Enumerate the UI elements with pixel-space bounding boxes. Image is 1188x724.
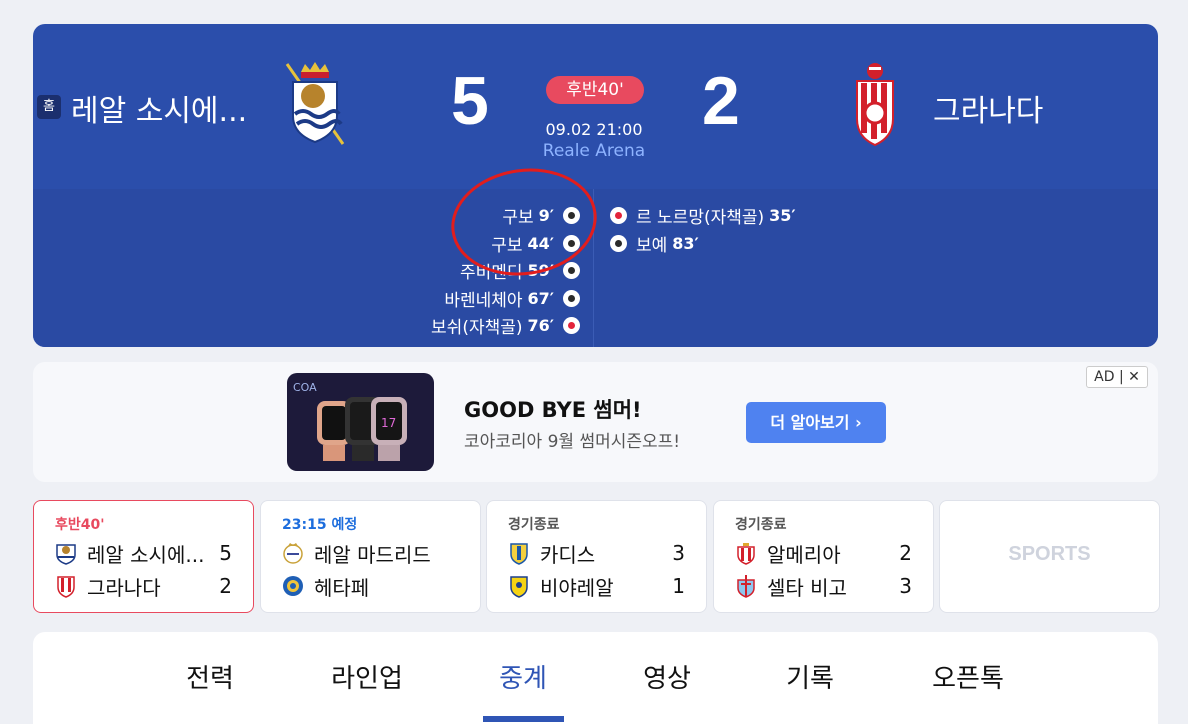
ad-subtitle[interactable]: 코아코리아 9월 썸머시즌오프!	[464, 427, 680, 452]
svg-text:17: 17	[381, 416, 396, 430]
own-goal-ball-icon	[563, 317, 580, 335]
card-status: 23:15 예정	[282, 517, 358, 533]
svg-text:COA: COA	[293, 381, 317, 394]
own-goal-ball-icon	[610, 207, 627, 225]
real-madrid-crest-icon	[283, 543, 303, 564]
goal-item: 르 노르망(자책골) 35′	[610, 202, 796, 230]
card-team-row: 셀타 비고 3	[735, 572, 912, 600]
away-goals-list: 르 노르망(자책골) 35′ 보예 83′	[610, 202, 796, 257]
card-team-row: 레알 소시에... 5	[55, 539, 232, 567]
ad-watch-image[interactable]: COA 17	[287, 373, 434, 471]
tab-opentalk[interactable]: 오픈톡	[918, 658, 1018, 695]
tab-live[interactable]: 중계	[473, 658, 573, 695]
goal-item: 보예 83′	[610, 230, 796, 258]
away-team-name[interactable]: 그라나다	[933, 86, 1043, 130]
villarreal-crest-icon	[510, 576, 528, 598]
cadiz-crest-icon	[510, 543, 528, 565]
tab-lineup-strength[interactable]: 전력	[160, 658, 260, 695]
granada-crest-icon	[57, 576, 75, 598]
match-card[interactable]: 경기종료 카디스 3 비야레알 1	[486, 500, 707, 613]
goal-ball-icon	[610, 234, 627, 252]
home-badge: 홈	[37, 95, 61, 119]
goal-timeline: 구보 9′ 구보 44′ 주비멘디 59′ 바렌네체아 67′ 보쉬(자책골) 76′ 르…	[33, 159, 1158, 347]
match-datetime: 09.02 21:00	[545, 120, 643, 139]
goal-item: 바렌네체아 67′	[431, 285, 580, 313]
card-team-row: 비야레알 1	[508, 572, 685, 600]
match-tabs: 전력 라인업 중계 영상 기록 오픈톡	[33, 632, 1158, 724]
match-card[interactable]: 후반40' 레알 소시에... 5 그라나다 2	[33, 500, 254, 613]
sports-logo: SPORTS	[1008, 543, 1091, 565]
card-team-row: 그라나다 2	[55, 572, 232, 600]
tab-records[interactable]: 기록	[760, 658, 860, 695]
card-status: 후반40'	[55, 517, 105, 533]
real-sociedad-crest-icon[interactable]	[281, 58, 349, 148]
goal-item: 보쉬(자책골) 76′	[431, 312, 580, 340]
match-card[interactable]: 23:15 예정 레알 마드리드 헤타페	[260, 500, 481, 613]
celta-vigo-crest-icon	[737, 575, 755, 598]
sports-card[interactable]: SPORTS	[939, 500, 1160, 613]
tab-lineup[interactable]: 라인업	[317, 658, 417, 695]
scoreboard: 홈 레알 소시에... 5 후반40' 09.02 21:00 Reale Ar…	[33, 24, 1158, 347]
ad-close-badge[interactable]: AD | ✕	[1086, 366, 1148, 388]
match-venue: Reale Arena	[542, 141, 646, 161]
ad-banner[interactable]: COA 17 GOOD BYE 썸머! 코아코리아 9월 썸머시즌오프! 더 알…	[33, 362, 1158, 482]
real-sociedad-crest-icon	[56, 544, 76, 565]
goal-ball-icon	[563, 262, 580, 280]
home-score: 5	[451, 63, 489, 139]
goal-ball-icon	[563, 289, 580, 307]
ad-title[interactable]: GOOD BYE 썸머!	[464, 394, 642, 424]
getafe-crest-icon	[283, 576, 303, 596]
granada-crest-icon[interactable]	[855, 61, 895, 147]
card-team-row: 카디스 3	[508, 539, 685, 567]
almeria-crest-icon	[737, 543, 755, 565]
smartwatch-image: COA 17	[293, 381, 407, 461]
card-team-row: 레알 마드리드	[282, 539, 459, 567]
card-team-row: 알메리아 2	[735, 539, 912, 567]
tab-video[interactable]: 영상	[617, 658, 717, 695]
card-team-row: 헤타페	[282, 572, 459, 600]
learn-more-button[interactable]: 더 알아보기 ›	[746, 402, 886, 443]
away-score: 2	[702, 63, 740, 139]
scoreboard-header: 홈 레알 소시에... 5 후반40' 09.02 21:00 Reale Ar…	[33, 24, 1158, 189]
active-tab-indicator	[483, 716, 564, 722]
card-status: 경기종료	[508, 517, 560, 533]
card-status: 경기종료	[735, 517, 787, 533]
match-status-badge: 후반40'	[546, 76, 644, 104]
home-team-name[interactable]: 레알 소시에...	[71, 86, 247, 130]
match-card[interactable]: 경기종료 알메리아 2 셀타 비고 3	[713, 500, 934, 613]
